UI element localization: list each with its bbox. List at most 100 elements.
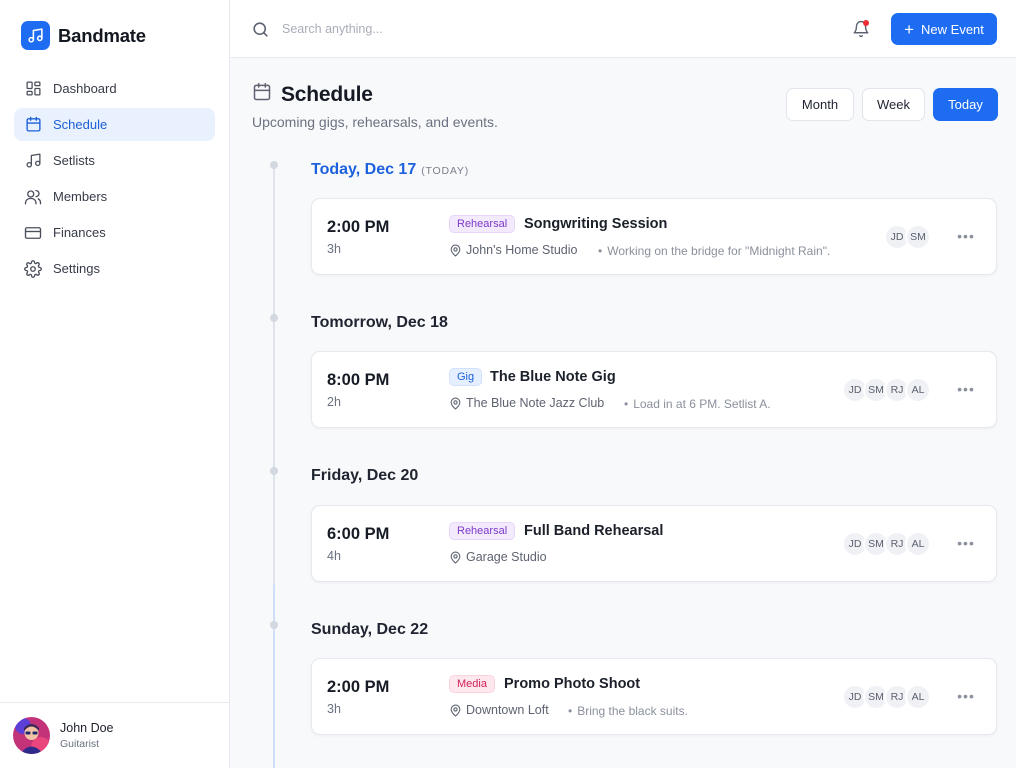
event-time: 6:00 PM (327, 525, 390, 543)
music-note-icon (24, 152, 42, 170)
sidebar: Bandmate Dashboard Schedule Setlists Mem… (0, 0, 230, 768)
map-pin-icon (449, 704, 462, 717)
more-options-icon[interactable]: ••• (957, 226, 974, 246)
event-card[interactable]: 2:00 PM 3h Rehearsal Songwriting Session… (311, 198, 997, 275)
search-input[interactable] (282, 17, 582, 41)
calendar-icon (24, 116, 42, 134)
sidebar-item-schedule[interactable]: Schedule (14, 108, 215, 141)
today-tag: (TODAY) (421, 165, 470, 177)
event-location: The Blue Note Jazz Club (449, 396, 604, 410)
event-time: 8:00 PM (327, 371, 390, 389)
event-location: Garage Studio (449, 550, 547, 564)
new-event-label: New Event (921, 21, 984, 37)
event-note-text: Working on the bridge for "Midnight Rain… (607, 244, 831, 258)
day-heading: Tomorrow, Dec 18 (311, 314, 448, 331)
notification-dot (863, 20, 869, 26)
sidebar-item-label: Finances (53, 225, 106, 240)
event-type-badge: Rehearsal (449, 215, 516, 233)
map-pin-icon (449, 244, 462, 257)
event-location-label: Garage Studio (466, 550, 547, 564)
more-options-icon[interactable]: ••• (957, 686, 974, 706)
event-title: Songwriting Session (524, 216, 668, 232)
event-note: • Working on the bridge for "Midnight Rai… (598, 244, 831, 258)
event-location-label: John's Home Studio (466, 243, 578, 257)
member-avatars: JD SM (884, 224, 931, 250)
event-duration: 4h (327, 549, 341, 563)
music-note-icon (21, 21, 50, 50)
avatar (13, 717, 50, 754)
event-note: • Bring the black suits. (568, 704, 688, 718)
sidebar-item-label: Setlists (53, 153, 95, 168)
sidebar-nav: Dashboard Schedule Setlists Members Fina… (14, 72, 215, 288)
app-name: Bandmate (58, 24, 146, 46)
member-avatars: JD SM RJ AL (842, 684, 931, 710)
more-options-icon[interactable]: ••• (957, 379, 974, 399)
timeline-line-highlight (273, 585, 275, 768)
event-card[interactable]: 2:00 PM 3h Media Promo Photo Shoot Downt… (311, 658, 997, 735)
event-type-badge: Rehearsal (449, 522, 516, 540)
timeline-dot (270, 161, 278, 169)
event-type-badge: Gig (449, 368, 483, 386)
member-avatar: AL (905, 531, 931, 557)
sidebar-item-label: Dashboard (53, 81, 117, 96)
event-duration: 3h (327, 702, 341, 716)
sidebar-item-members[interactable]: Members (14, 180, 215, 213)
bell-icon[interactable] (851, 19, 871, 39)
event-note-text: Load in at 6 PM. Setlist A. (633, 397, 771, 411)
event-note-text: Bring the black suits. (577, 704, 688, 718)
sidebar-item-label: Members (53, 189, 108, 204)
user-profile[interactable]: John Doe Guitarist (0, 702, 229, 768)
sidebar-item-label: Schedule (53, 117, 108, 132)
member-avatar: AL (905, 377, 931, 403)
more-options-icon[interactable]: ••• (957, 533, 974, 553)
calendar-icon (252, 82, 272, 107)
member-avatars: JD SM RJ AL (842, 377, 931, 403)
view-switcher: Month Week Today (786, 88, 998, 121)
user-role: Guitarist (60, 738, 100, 750)
event-location-label: The Blue Note Jazz Club (466, 396, 605, 410)
week-view-button[interactable]: Week (862, 88, 925, 121)
event-title: Full Band Rehearsal (524, 523, 664, 539)
member-avatar: SM (905, 224, 931, 250)
event-card[interactable]: 8:00 PM 2h Gig The Blue Note Gig The Blu… (311, 351, 997, 428)
page-title: Schedule (281, 82, 373, 106)
search-icon (251, 20, 270, 44)
event-title: Promo Photo Shoot (504, 676, 641, 692)
event-note: • Load in at 6 PM. Setlist A. (624, 397, 771, 411)
event-location: John's Home Studio (449, 243, 577, 257)
event-duration: 2h (327, 395, 341, 409)
credit-card-icon (24, 224, 42, 242)
sidebar-item-dashboard[interactable]: Dashboard (14, 72, 215, 105)
event-type-badge: Media (449, 675, 495, 693)
sidebar-item-setlists[interactable]: Setlists (14, 144, 215, 177)
member-avatar: AL (905, 684, 931, 710)
brand[interactable]: Bandmate (21, 21, 146, 50)
gear-icon (24, 259, 42, 278)
event-location: Downtown Loft (449, 703, 549, 717)
topbar: + New Event (230, 0, 1016, 58)
event-duration: 3h (327, 242, 341, 256)
sidebar-item-label: Settings (53, 261, 100, 276)
month-view-button[interactable]: Month (786, 88, 854, 121)
timeline-dot (270, 621, 278, 629)
event-card[interactable]: 6:00 PM 4h Rehearsal Full Band Rehearsal… (311, 505, 997, 582)
day-heading: Sunday, Dec 22 (311, 621, 429, 638)
day-heading: Friday, Dec 20 (311, 467, 419, 484)
new-event-button[interactable]: + New Event (891, 13, 997, 45)
event-time: 2:00 PM (327, 678, 390, 696)
sidebar-item-finances[interactable]: Finances (14, 216, 215, 249)
timeline-dot (270, 467, 278, 475)
member-avatars: JD SM RJ AL (842, 531, 931, 557)
grid-icon (24, 80, 42, 98)
event-location-label: Downtown Loft (466, 703, 549, 717)
event-title: The Blue Note Gig (490, 369, 616, 385)
sidebar-item-settings[interactable]: Settings (14, 252, 215, 285)
page-header: Schedule Upcoming gigs, rehearsals, and … (252, 82, 498, 131)
timeline-dot (270, 314, 278, 322)
user-name: John Doe (60, 721, 114, 735)
event-time: 2:00 PM (327, 218, 390, 236)
map-pin-icon (449, 551, 462, 564)
today-view-button[interactable]: Today (933, 88, 998, 121)
plus-icon: + (904, 19, 915, 39)
page-subtitle: Upcoming gigs, rehearsals, and events. (252, 114, 498, 130)
